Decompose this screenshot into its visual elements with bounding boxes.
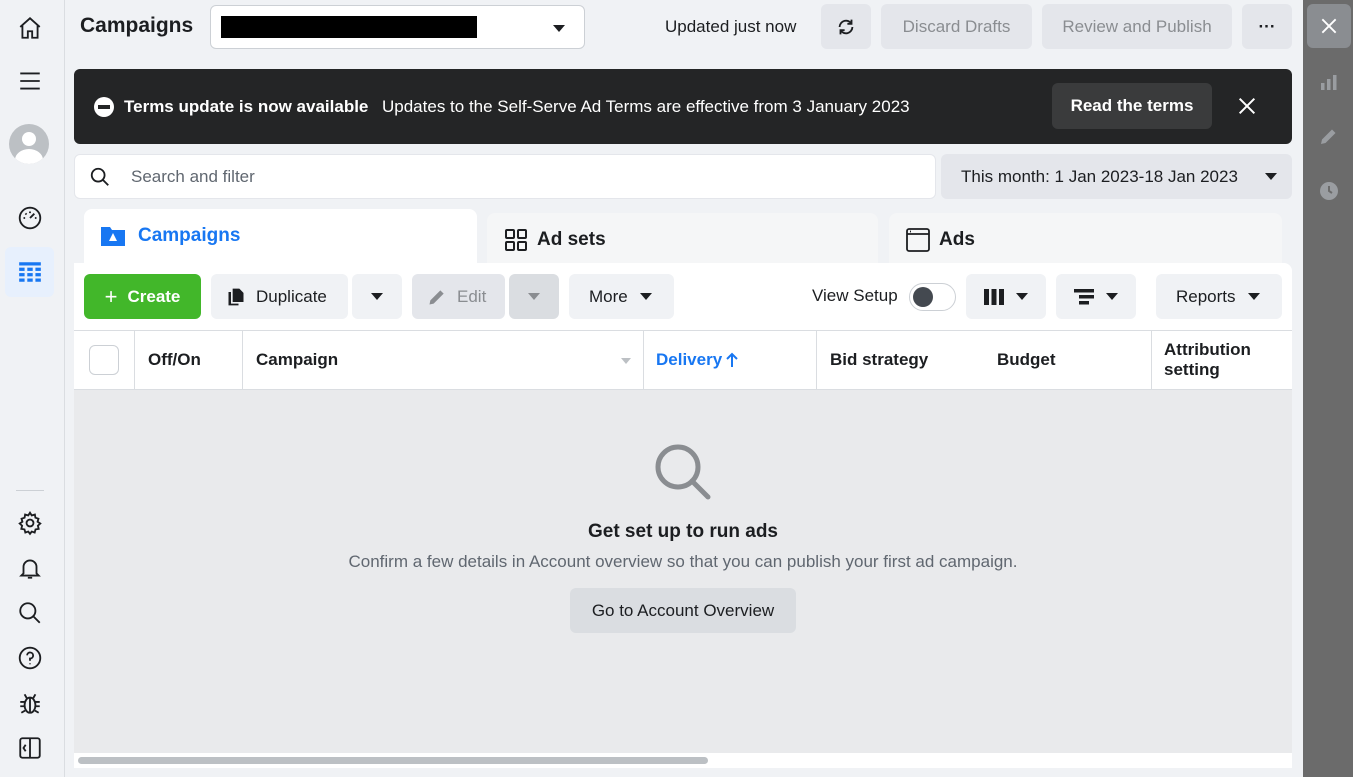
close-icon — [1321, 18, 1337, 34]
campaigns-panel: + Create Duplicate Edit More View Setup … — [74, 263, 1292, 768]
chevron-down-icon — [1016, 293, 1028, 300]
duplicate-label: Duplicate — [256, 286, 327, 306]
view-setup-toggle[interactable] — [909, 283, 956, 311]
more-button[interactable]: More — [569, 274, 674, 319]
read-terms-button[interactable]: Read the terms — [1052, 83, 1212, 129]
bell-icon[interactable] — [12, 550, 48, 586]
ad-account-select[interactable] — [210, 5, 585, 49]
magnifier-icon — [655, 444, 711, 500]
grid-icon — [505, 229, 527, 251]
bug-icon[interactable] — [12, 685, 48, 721]
column-attribution-setting[interactable]: Attribution setting — [1151, 331, 1292, 389]
minus-circle-icon — [94, 97, 114, 117]
duplicate-dropdown-button[interactable] — [352, 274, 402, 319]
bar-chart-icon[interactable] — [1318, 71, 1340, 93]
empty-description: Confirm a few details in Account overvie… — [348, 552, 1018, 571]
column-off-on[interactable]: Off/On — [134, 331, 242, 389]
menu-icon[interactable] — [12, 63, 48, 99]
go-to-account-overview-button[interactable]: Go to Account Overview — [570, 588, 796, 633]
refresh-icon — [838, 19, 854, 34]
ads-manager-table-icon[interactable] — [5, 247, 54, 297]
empty-title: Get set up to run ads — [587, 521, 779, 542]
gear-icon[interactable] — [12, 505, 48, 541]
right-rail — [1303, 0, 1353, 777]
dashboard-gauge-icon[interactable] — [12, 200, 48, 236]
clock-icon[interactable] — [1318, 180, 1340, 202]
edit-label: Edit — [457, 286, 487, 306]
tab-label: Ads — [939, 229, 975, 250]
refresh-button[interactable] — [821, 4, 871, 49]
help-icon[interactable] — [12, 640, 48, 676]
ad-window-icon — [906, 228, 930, 252]
updated-status: Updated just now — [665, 17, 797, 36]
view-setup-label: View Setup — [812, 286, 898, 305]
search-input[interactable] — [131, 155, 921, 198]
reports-label: Reports — [1176, 286, 1236, 306]
breakdown-button[interactable] — [1056, 274, 1136, 319]
tab-label: Ad sets — [537, 229, 606, 250]
home-icon[interactable] — [12, 10, 48, 46]
column-bid-strategy[interactable]: Bid strategy — [816, 331, 984, 389]
chevron-down-icon — [371, 293, 383, 300]
ellipsis-icon: ··· — [1258, 16, 1276, 36]
tab-ads[interactable]: Ads — [889, 213, 1282, 267]
search-icon — [90, 167, 109, 186]
pencil-icon[interactable] — [1318, 125, 1340, 147]
columns-icon — [984, 288, 1004, 305]
chevron-down-icon — [528, 293, 540, 300]
avatar[interactable] — [9, 124, 49, 164]
chevron-down-icon — [553, 25, 565, 32]
column-label: Delivery — [656, 350, 723, 369]
columns-button[interactable] — [966, 274, 1046, 319]
search-icon[interactable] — [12, 595, 48, 631]
left-navigation — [0, 0, 65, 777]
table-header: Off/On Campaign Delivery Bid strategy Bu… — [74, 330, 1292, 390]
sort-caret-icon — [621, 358, 631, 364]
column-label: Campaign — [256, 350, 339, 369]
create-button[interactable]: + Create — [84, 274, 201, 319]
plus-icon: + — [104, 283, 118, 309]
pencil-icon — [429, 289, 444, 304]
tab-label: Campaigns — [138, 225, 241, 246]
edit-button[interactable]: Edit — [412, 274, 505, 319]
review-publish-button[interactable]: Review and Publish — [1042, 4, 1232, 49]
chevron-down-icon — [1106, 293, 1118, 300]
sort-arrow-up-icon — [726, 352, 738, 367]
more-label: More — [589, 286, 628, 306]
nav-divider — [16, 490, 44, 491]
panel-toggle-icon[interactable] — [12, 730, 48, 766]
create-label: Create — [127, 286, 181, 306]
close-panel-button[interactable] — [1307, 4, 1351, 48]
more-options-button[interactable]: ··· — [1242, 4, 1292, 49]
column-delivery[interactable]: Delivery — [643, 331, 816, 389]
duplicate-icon — [228, 288, 244, 305]
page-title: Campaigns — [80, 14, 194, 37]
banner-text: Updates to the Self-Serve Ad Terms are e… — [382, 97, 910, 116]
tab-campaigns[interactable]: Campaigns — [84, 209, 477, 269]
column-campaign[interactable]: Campaign — [242, 331, 643, 389]
horizontal-scrollbar[interactable] — [78, 757, 708, 764]
chevron-down-icon — [1247, 293, 1260, 300]
folder-icon — [101, 227, 125, 246]
select-all-cell — [89, 331, 134, 389]
column-budget[interactable]: Budget — [984, 331, 1151, 389]
redacted-account-name — [221, 16, 477, 38]
terms-banner: Terms update is now available Updates to… — [74, 69, 1292, 144]
select-all-checkbox[interactable] — [89, 345, 119, 375]
banner-title: Terms update is now available — [124, 97, 369, 116]
chevron-down-icon — [1265, 173, 1277, 180]
search-bar — [74, 154, 936, 199]
close-icon[interactable] — [1236, 95, 1258, 117]
empty-state: Get set up to run ads Confirm a few deta… — [74, 390, 1292, 753]
breakdown-icon — [1074, 288, 1094, 304]
duplicate-button[interactable]: Duplicate — [211, 274, 348, 319]
tab-ad-sets[interactable]: Ad sets — [487, 213, 878, 267]
date-range-label: This month: 1 Jan 2023-18 Jan 2023 — [961, 166, 1238, 186]
reports-button[interactable]: Reports — [1156, 274, 1282, 319]
chevron-down-icon — [639, 293, 652, 300]
edit-dropdown-button[interactable] — [509, 274, 559, 319]
date-range-select[interactable]: This month: 1 Jan 2023-18 Jan 2023 — [941, 154, 1292, 199]
discard-drafts-button[interactable]: Discard Drafts — [881, 4, 1032, 49]
